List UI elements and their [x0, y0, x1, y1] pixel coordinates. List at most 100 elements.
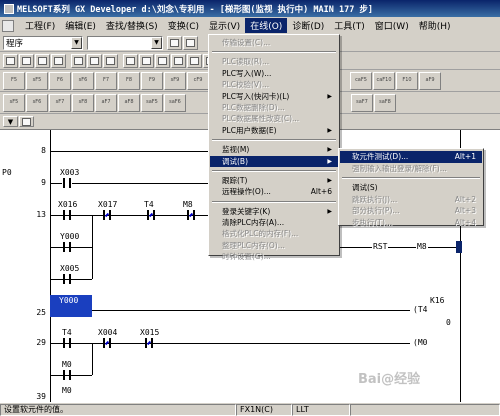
fkey-button[interactable]: F9: [141, 71, 163, 90]
fkey-button[interactable]: cF9: [187, 71, 209, 90]
menu-window[interactable]: 窗口(W): [370, 18, 414, 33]
fkey-button[interactable]: sF6: [26, 93, 48, 112]
fkey-button[interactable]: aF8: [118, 93, 140, 112]
fkey-button[interactable]: aF7: [95, 93, 117, 112]
menu-clear-plc-memory[interactable]: 清除PLC内存(A)...: [210, 217, 338, 228]
list-icon[interactable]: [19, 116, 34, 127]
menu-edit[interactable]: 编辑(E): [60, 18, 101, 33]
coil-m0: (M0: [412, 338, 429, 347]
fkey-button[interactable]: saF5: [141, 93, 163, 112]
status-message: 设置软元件的值。: [0, 403, 236, 416]
contact-label: X005: [60, 264, 80, 273]
step-number: 39: [36, 392, 46, 401]
coil-instruction[interactable]: RST: [372, 242, 389, 251]
menu-monitor[interactable]: 监视(M) ▶: [210, 144, 338, 155]
contact-t4[interactable]: [146, 210, 156, 220]
menu-plc-write[interactable]: PLC写入(W)...: [210, 68, 338, 79]
fkey-button[interactable]: caF5: [350, 71, 372, 90]
menu-plc-write-flash[interactable]: PLC写入(快闪卡)(L) ▶: [210, 91, 338, 102]
menu-debug-mode[interactable]: 调试(S): [340, 182, 482, 194]
contact-label: X003: [60, 168, 80, 177]
fkey-button[interactable]: F8: [118, 71, 140, 90]
ladder-cursor[interactable]: Y000: [50, 295, 92, 317]
document-tool-icon[interactable]: [167, 35, 182, 50]
contact-m0[interactable]: [62, 370, 72, 380]
contact-y000[interactable]: [62, 242, 72, 252]
menu-clock-setup: 时钟设置(G)...: [222, 252, 271, 262]
timer-setpoint: K16: [430, 296, 445, 305]
menu-plc-attribute: PLC数据属性改变(C)...: [222, 114, 300, 124]
new-file-icon[interactable]: [3, 53, 18, 68]
menu-view[interactable]: 显示(V): [204, 18, 245, 33]
fkey-button[interactable]: F5: [3, 71, 25, 90]
menu-diagnostics[interactable]: 诊断(D): [287, 18, 329, 33]
coil-operand: M8: [416, 242, 428, 251]
menu-find-replace[interactable]: 查找/替换(S): [101, 18, 163, 33]
save-icon[interactable]: [35, 53, 50, 68]
cut-icon[interactable]: [71, 53, 86, 68]
paste-icon[interactable]: [103, 53, 118, 68]
print-icon[interactable]: [51, 53, 66, 68]
fkey-button[interactable]: caF10: [373, 71, 395, 90]
chevron-down-icon[interactable]: ▼: [71, 36, 82, 49]
contact-x016[interactable]: [62, 210, 72, 220]
menu-trace[interactable]: 跟踪(T) ▶: [210, 175, 338, 186]
find-icon[interactable]: [139, 53, 154, 68]
menu-tools[interactable]: 工具(T): [329, 18, 370, 33]
read-plc-icon[interactable]: [187, 53, 202, 68]
fkey-button[interactable]: F7: [95, 71, 117, 90]
menu-plc-delete: PLC数据删除(D)...: [222, 102, 285, 112]
menu-remote-operation[interactable]: 远程操作(O)... Alt+6: [210, 186, 338, 197]
document-icon[interactable]: [2, 19, 14, 32]
fkey-button[interactable]: sF5: [26, 71, 48, 90]
fkey-button[interactable]: sF5: [3, 93, 25, 112]
menu-online[interactable]: 在线(O): [245, 18, 288, 33]
menu-bar: 工程(F) 编辑(E) 查找/替换(S) 变换(C) 显示(V) 在线(O) 诊…: [0, 17, 500, 34]
menu-debug[interactable]: 调试(B) ▶: [210, 155, 338, 167]
submenu-arrow-icon: ▶: [327, 207, 332, 215]
fkey-button[interactable]: saF6: [164, 93, 186, 112]
menu-plc-user-data[interactable]: PLC用户数据(E) ▶: [210, 125, 338, 136]
device-select[interactable]: ▼: [87, 35, 163, 50]
cursor-tool-icon[interactable]: [183, 35, 198, 50]
contact-x005[interactable]: [62, 274, 72, 284]
open-file-icon[interactable]: [19, 53, 34, 68]
step-number: 29: [36, 338, 46, 347]
contact-x003[interactable]: [62, 178, 72, 188]
fkey-button[interactable]: aF9: [419, 71, 441, 90]
submenu-arrow-icon: ▶: [327, 126, 332, 134]
menu-device-test[interactable]: 软元件测试(D)... Alt+1: [340, 151, 482, 163]
fkey-button[interactable]: sF6: [72, 71, 94, 90]
title-bar: MELSOFT系列 GX Developer d:\刘念\专利用 - [梯形图(…: [0, 0, 500, 17]
timer-current-value: 0: [446, 318, 451, 327]
coil-active-marker: [456, 241, 462, 253]
monitor-icon[interactable]: [155, 53, 170, 68]
monitor-stop-icon[interactable]: [171, 53, 186, 68]
chevron-down-icon[interactable]: ▼: [151, 36, 162, 49]
menu-step-execution: 步执行(T)... Alt+4: [352, 217, 476, 227]
status-bar: 设置软元件的值。 FX1N(C) LLT: [0, 402, 500, 416]
contact-x004[interactable]: [102, 338, 112, 348]
fkey-button[interactable]: F6: [49, 71, 71, 90]
contact-x015[interactable]: [144, 338, 154, 348]
fkey-button[interactable]: sF9: [164, 71, 186, 90]
fkey-button[interactable]: sF8: [72, 93, 94, 112]
menu-project[interactable]: 工程(F): [20, 18, 60, 33]
contact-label: M0: [62, 386, 72, 395]
contact-t4-2[interactable]: [62, 338, 72, 348]
fkey-button[interactable]: sF7: [49, 93, 71, 112]
undo-icon[interactable]: [123, 53, 138, 68]
menu-format-plc-memory: 格式化PLC的内存(F)...: [222, 229, 299, 239]
menu-register-keyword[interactable]: 登录关键字(K) ▶: [210, 206, 338, 217]
program-select[interactable]: 程序 ▼: [3, 35, 83, 50]
contact-x017[interactable]: [102, 210, 112, 220]
copy-icon[interactable]: [87, 53, 102, 68]
filter-icon[interactable]: ▼: [3, 116, 18, 127]
contact-m8[interactable]: [186, 210, 196, 220]
menu-convert[interactable]: 变换(C): [163, 18, 204, 33]
menu-help[interactable]: 帮助(H): [414, 18, 456, 33]
fkey-button[interactable]: saF8: [374, 93, 396, 112]
fkey-button[interactable]: F10: [396, 71, 418, 90]
menu-skip-execution: 跳跃执行(J)... Alt+2: [352, 194, 476, 204]
fkey-button[interactable]: saF7: [351, 93, 373, 112]
